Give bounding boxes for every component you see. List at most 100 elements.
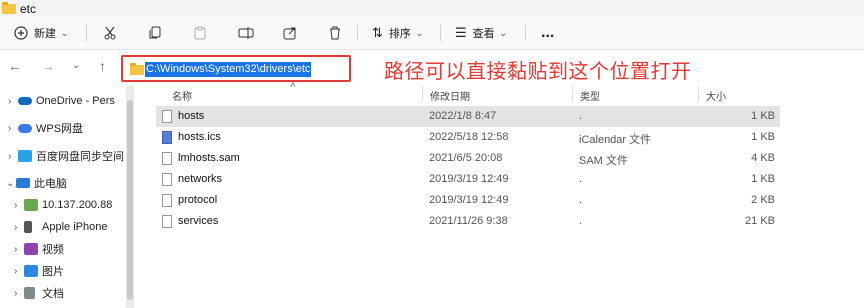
sidebar-item-iphone[interactable]: › Apple iPhone: [14, 216, 107, 238]
address-path[interactable]: C:\Windows\System32\drivers\etc: [145, 62, 312, 77]
sidebar-item-network-drive[interactable]: › 10.137.200.88: [14, 194, 112, 216]
calendar-file-icon: [162, 131, 172, 144]
rename-button[interactable]: [238, 22, 254, 44]
file-icon: [162, 152, 172, 165]
column-divider[interactable]: [422, 86, 423, 102]
view-button[interactable]: ☰ 查看 ⌄: [455, 22, 507, 44]
file-size: 1 KB: [751, 110, 775, 122]
file-name: services: [178, 215, 219, 227]
file-type: SAM 文件: [579, 155, 628, 167]
sidebar-item-label: WPS网盘: [36, 123, 84, 135]
file-type: iCalendar 文件: [579, 134, 652, 146]
copy-button[interactable]: [148, 22, 162, 44]
sort-indicator-icon: ˄: [290, 80, 296, 91]
column-divider[interactable]: [572, 86, 573, 102]
paste-icon: [194, 26, 206, 40]
file-date: 2019/3/19 12:49: [429, 173, 509, 185]
new-button[interactable]: 新建 ⌄: [14, 22, 69, 44]
phone-icon: [24, 221, 32, 233]
sort-button-label: 排序: [388, 28, 411, 40]
cut-button[interactable]: [103, 22, 117, 44]
sidebar-item-label: 图片: [42, 266, 64, 278]
sidebar-item-label: Apple iPhone: [42, 221, 108, 233]
new-button-label: 新建: [34, 28, 56, 40]
rename-icon: [238, 27, 254, 39]
sidebar-item-pictures[interactable]: › 图片: [14, 260, 64, 282]
chevron-right-icon[interactable]: ›: [14, 244, 24, 255]
sidebar-item-onedrive[interactable]: › OneDrive - Pers: [8, 90, 115, 112]
back-arrow-icon[interactable]: ←: [8, 58, 22, 74]
sidebar-item-videos[interactable]: › 视频: [14, 238, 64, 260]
forward-arrow-icon[interactable]: →: [41, 58, 55, 74]
file-row[interactable]: protocol 2019/3/19 12:49 . 2 KB: [156, 190, 780, 211]
cloud-icon: [18, 123, 32, 133]
picture-icon: [24, 265, 38, 277]
sidebar-item-label: 此电脑: [34, 178, 67, 190]
plus-circle-icon: [14, 26, 28, 40]
file-type: .: [579, 173, 583, 185]
column-header-type[interactable]: 类型: [580, 88, 600, 103]
file-date: 2021/11/26 9:38: [429, 215, 508, 227]
delete-button[interactable]: [328, 22, 342, 44]
divider: [357, 25, 358, 41]
file-row[interactable]: networks 2019/3/19 12:49 . 1 KB: [156, 169, 780, 190]
chevron-right-icon[interactable]: ›: [14, 288, 24, 299]
document-icon: [24, 287, 35, 299]
file-date: 2022/5/18 12:58: [429, 131, 509, 143]
sidebar-item-documents[interactable]: › 文档: [14, 282, 64, 304]
file-row[interactable]: lmhosts.sam 2021/6/5 20:08 SAM 文件 4 KB: [156, 148, 780, 169]
more-button[interactable]: ...: [541, 22, 554, 44]
file-type: .: [579, 110, 583, 122]
file-size: 4 KB: [751, 152, 775, 164]
up-arrow-icon[interactable]: ↑: [99, 58, 106, 74]
view-icon: ☰: [455, 25, 467, 40]
chevron-down-icon: ⌄: [415, 27, 424, 38]
file-size: 1 KB: [751, 173, 775, 185]
sidebar-item-this-pc[interactable]: ⌄ 此电脑: [6, 172, 67, 194]
divider: [86, 25, 87, 41]
baidu-cloud-icon: [18, 150, 32, 162]
address-bar[interactable]: C:\Windows\System32\drivers\etc: [121, 55, 351, 82]
annotation-text: 路径可以直接黏贴到这个位置打开: [384, 59, 692, 83]
file-name: protocol: [178, 194, 218, 206]
file-row[interactable]: hosts 2022/1/8 8:47 . 1 KB: [156, 106, 780, 127]
sidebar-scrollbar[interactable]: [126, 86, 134, 308]
chevron-right-icon[interactable]: ›: [14, 222, 24, 233]
chevron-down-icon: ⌄: [499, 27, 508, 38]
file-date: 2019/3/19 12:49: [429, 194, 509, 206]
divider: [440, 25, 441, 41]
chevron-down-icon[interactable]: ⌄: [6, 178, 16, 189]
scissors-icon: [104, 26, 116, 40]
chevron-right-icon[interactable]: ›: [14, 266, 24, 277]
chevron-right-icon[interactable]: ›: [8, 96, 18, 107]
file-icon: [162, 215, 172, 228]
window-title: etc: [20, 1, 37, 16]
address-row: ← → ⌄ ↑ C:\Windows\System32\drivers\etc …: [0, 50, 864, 86]
chevron-right-icon[interactable]: ›: [8, 151, 18, 162]
chevron-right-icon[interactable]: ›: [8, 123, 18, 134]
navigation-pane: › OneDrive - Pers › WPS网盘 › 百度网盘同步空间 ⌄ 此…: [0, 86, 126, 308]
scrollbar-thumb[interactable]: [127, 100, 133, 300]
sidebar-item-wps[interactable]: › WPS网盘: [8, 117, 83, 139]
chevron-right-icon[interactable]: ›: [14, 200, 24, 211]
file-name: networks: [178, 173, 223, 185]
onedrive-icon: [18, 97, 32, 105]
file-row[interactable]: services 2021/11/26 9:38 . 21 KB: [156, 211, 780, 232]
share-button[interactable]: [283, 22, 297, 44]
share-icon: [283, 27, 296, 40]
column-header-row: 名称 ˄ 修改日期 类型 大小: [150, 80, 780, 103]
sort-button[interactable]: ⇅ 排序 ⌄: [372, 22, 423, 44]
file-type: .: [579, 194, 583, 206]
paste-button[interactable]: [193, 22, 207, 44]
column-header-name[interactable]: 名称: [172, 88, 192, 103]
chevron-down-icon: ⌄: [61, 27, 69, 38]
column-header-date[interactable]: 修改日期: [430, 88, 470, 103]
sort-icon: ⇅: [372, 25, 383, 40]
file-row[interactable]: hosts.ics 2022/5/18 12:58 iCalendar 文件 1…: [156, 127, 780, 148]
column-divider[interactable]: [698, 86, 699, 102]
chevron-down-icon[interactable]: ⌄: [72, 60, 80, 71]
file-icon: [162, 194, 172, 207]
column-header-size[interactable]: 大小: [706, 88, 726, 103]
sidebar-item-baidu[interactable]: › 百度网盘同步空间: [8, 145, 124, 167]
file-icon: [162, 110, 172, 123]
